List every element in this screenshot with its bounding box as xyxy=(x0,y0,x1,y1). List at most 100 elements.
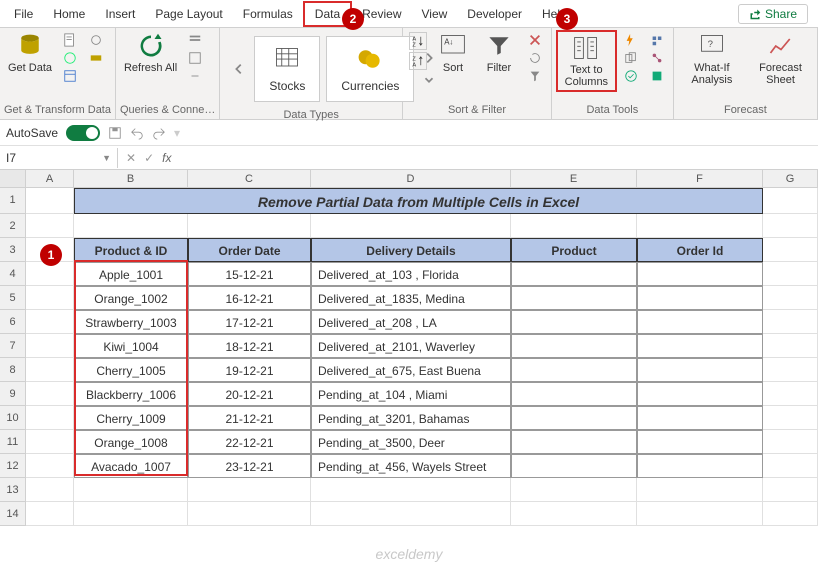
refresh-all-button[interactable]: Refresh All xyxy=(120,30,181,76)
cell[interactable] xyxy=(511,502,637,526)
cell[interactable] xyxy=(188,214,311,238)
col-header-D[interactable]: D xyxy=(311,170,511,187)
from-table-btn[interactable] xyxy=(60,68,80,84)
cell[interactable] xyxy=(74,478,188,502)
tab-file[interactable]: File xyxy=(4,3,43,25)
sort-desc-button[interactable]: ZA xyxy=(409,52,427,70)
col-header-A[interactable]: A xyxy=(26,170,74,187)
cell-order-id[interactable] xyxy=(637,334,763,358)
cell[interactable] xyxy=(763,238,818,262)
cell[interactable] xyxy=(763,358,818,382)
cell[interactable] xyxy=(188,502,311,526)
cell[interactable] xyxy=(26,502,74,526)
cell[interactable] xyxy=(763,188,818,214)
cancel-formula-icon[interactable]: ✕ xyxy=(126,151,136,165)
cell[interactable] xyxy=(637,214,763,238)
cell-delivery[interactable]: Delivered_at_208 , LA xyxy=(311,310,511,334)
header-delivery[interactable]: Delivery Details xyxy=(311,238,511,262)
reapply-btn[interactable] xyxy=(525,50,545,66)
cell[interactable] xyxy=(763,406,818,430)
cell-delivery[interactable]: Pending_at_456, Wayels Street xyxy=(311,454,511,478)
col-header-C[interactable]: C xyxy=(188,170,311,187)
formula-input[interactable] xyxy=(179,155,818,161)
cell[interactable] xyxy=(26,214,74,238)
cell[interactable] xyxy=(26,454,74,478)
cell[interactable] xyxy=(26,382,74,406)
row-header[interactable]: 7 xyxy=(0,334,26,358)
name-box[interactable]: I7 ▼ xyxy=(0,148,118,168)
header-order-date[interactable]: Order Date xyxy=(188,238,311,262)
cell[interactable] xyxy=(188,478,311,502)
cell[interactable] xyxy=(26,406,74,430)
save-icon[interactable] xyxy=(108,126,122,140)
cell[interactable] xyxy=(511,214,637,238)
cell[interactable] xyxy=(763,478,818,502)
flash-fill-btn[interactable] xyxy=(621,32,641,48)
row-header[interactable]: 11 xyxy=(0,430,26,454)
cell[interactable] xyxy=(763,502,818,526)
row-header[interactable]: 13 xyxy=(0,478,26,502)
col-header-F[interactable]: F xyxy=(637,170,763,187)
redo-icon[interactable] xyxy=(152,126,166,140)
cell-product[interactable] xyxy=(511,454,637,478)
tab-home[interactable]: Home xyxy=(43,3,95,25)
stocks-button[interactable]: Stocks xyxy=(254,36,320,102)
header-product-id[interactable]: Product & ID xyxy=(74,238,188,262)
cell[interactable] xyxy=(637,478,763,502)
cell-order-date[interactable]: 23-12-21 xyxy=(188,454,311,478)
cell-product-id[interactable]: Orange_1008 xyxy=(74,430,188,454)
cell-product[interactable] xyxy=(511,310,637,334)
select-all-corner[interactable] xyxy=(0,170,26,187)
cell[interactable] xyxy=(26,310,74,334)
cell[interactable] xyxy=(26,286,74,310)
cell-order-id[interactable] xyxy=(637,382,763,406)
from-text-btn[interactable] xyxy=(60,32,80,48)
cell[interactable] xyxy=(26,188,74,214)
fx-icon[interactable]: fx xyxy=(162,151,171,165)
cell-order-date[interactable]: 17-12-21 xyxy=(188,310,311,334)
cell-product-id[interactable]: Apple_1001 xyxy=(74,262,188,286)
cell-product-id[interactable]: Blackberry_1006 xyxy=(74,382,188,406)
cell[interactable] xyxy=(763,454,818,478)
row-header[interactable]: 14 xyxy=(0,502,26,526)
cell-order-date[interactable]: 20-12-21 xyxy=(188,382,311,406)
row-header[interactable]: 2 xyxy=(0,214,26,238)
row-header[interactable]: 3 xyxy=(0,238,26,262)
text-to-columns-button[interactable]: Text to Columns xyxy=(556,30,617,92)
filter-button[interactable]: Filter xyxy=(477,30,521,76)
cell-order-id[interactable] xyxy=(637,310,763,334)
cell-order-id[interactable] xyxy=(637,430,763,454)
cell[interactable] xyxy=(763,214,818,238)
cell[interactable] xyxy=(763,262,818,286)
cell-delivery[interactable]: Pending_at_104 , Miami xyxy=(311,382,511,406)
cell-order-date[interactable]: 19-12-21 xyxy=(188,358,311,382)
cell-product-id[interactable]: Kiwi_1004 xyxy=(74,334,188,358)
edit-links-btn[interactable] xyxy=(185,68,205,84)
cell[interactable] xyxy=(763,430,818,454)
cell-delivery[interactable]: Delivered_at_675, East Buena xyxy=(311,358,511,382)
cell[interactable] xyxy=(26,430,74,454)
from-web-btn[interactable] xyxy=(60,50,80,66)
undo-icon[interactable] xyxy=(130,126,144,140)
consolidate-btn[interactable] xyxy=(647,32,667,48)
cell[interactable] xyxy=(74,214,188,238)
cell[interactable] xyxy=(311,478,511,502)
cell-order-date[interactable]: 18-12-21 xyxy=(188,334,311,358)
cell[interactable] xyxy=(311,502,511,526)
cell[interactable] xyxy=(763,310,818,334)
row-header[interactable]: 9 xyxy=(0,382,26,406)
sort-asc-button[interactable]: AZ xyxy=(409,32,427,50)
cell-delivery[interactable]: Delivered_at_103 , Florida xyxy=(311,262,511,286)
cell-product-id[interactable]: Cherry_1009 xyxy=(74,406,188,430)
tab-view[interactable]: View xyxy=(412,3,458,25)
cell-delivery[interactable]: Delivered_at_2101, Waverley xyxy=(311,334,511,358)
autosave-toggle[interactable] xyxy=(66,125,100,141)
cell-product[interactable] xyxy=(511,358,637,382)
cell-delivery[interactable]: Pending_at_3201, Bahamas xyxy=(311,406,511,430)
cell[interactable] xyxy=(763,382,818,406)
col-header-G[interactable]: G xyxy=(763,170,818,187)
forecast-sheet-button[interactable]: Forecast Sheet xyxy=(748,30,813,88)
cell[interactable] xyxy=(74,502,188,526)
cell-product-id[interactable]: Avacado_1007 xyxy=(74,454,188,478)
title-cell[interactable]: Remove Partial Data from Multiple Cells … xyxy=(74,188,763,214)
